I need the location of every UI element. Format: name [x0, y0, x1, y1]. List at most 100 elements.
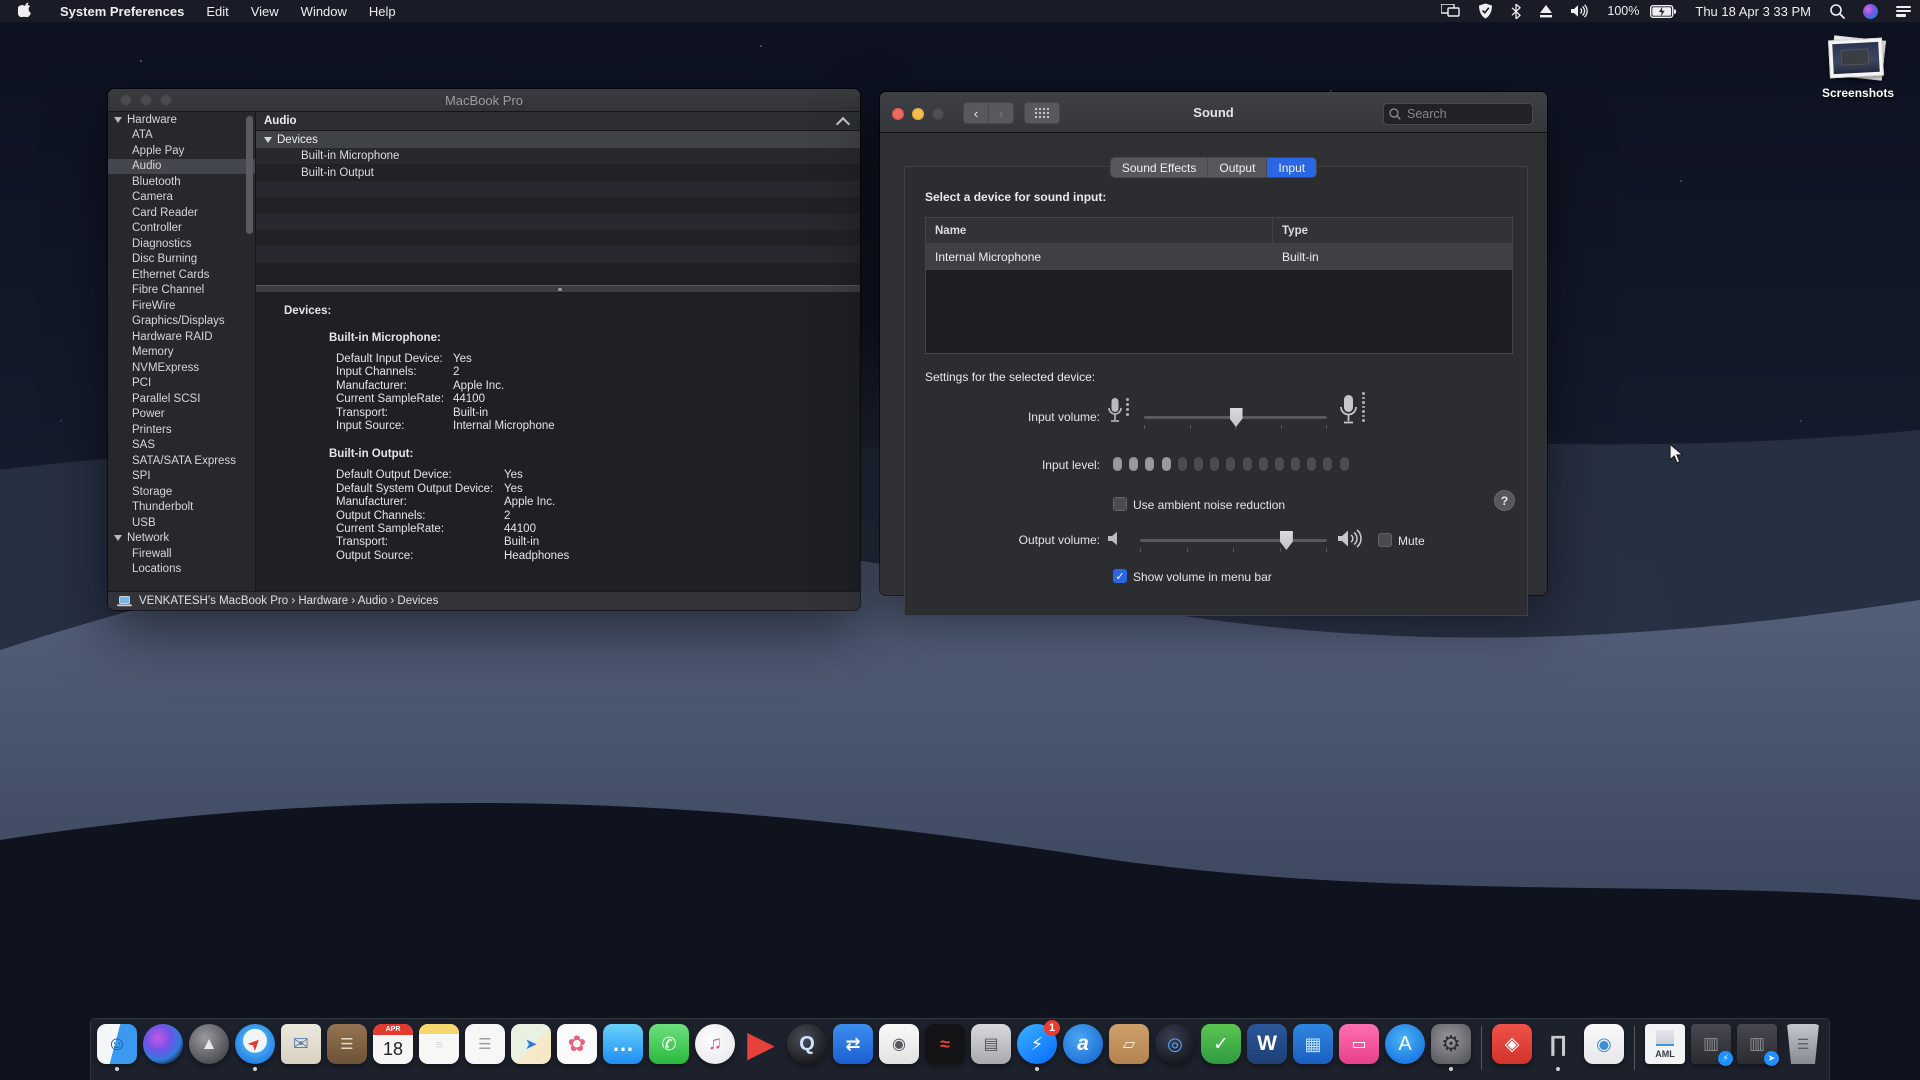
dock-item-trash[interactable]: ☰	[1783, 1024, 1823, 1070]
dock-item-blue-tiles-app[interactable]: ▦	[1293, 1024, 1333, 1070]
sidebar-item-disc-burning[interactable]: Disc Burning	[108, 252, 255, 268]
desktop-icon-screenshots[interactable]: Screenshots	[1822, 36, 1892, 100]
dock-item-antivirus[interactable]: ✓	[1201, 1024, 1241, 1070]
mute-checkbox[interactable]	[1378, 533, 1392, 547]
breadcrumb[interactable]: VENKATESH’s MacBook Pro › Hardware › Aud…	[139, 595, 438, 607]
sidebar-item-fibre-channel[interactable]: Fibre Channel	[108, 283, 255, 299]
dock-item-messages[interactable]: …	[603, 1024, 643, 1070]
dock-item-messenger[interactable]: ⚡1	[1017, 1024, 1057, 1070]
tab-output[interactable]: Output	[1208, 158, 1267, 177]
sidebar-item-sata-sata-express[interactable]: SATA/SATA Express	[108, 453, 255, 469]
dock-item-boom3d[interactable]: ◎	[1155, 1024, 1195, 1070]
sidebar-item-memory[interactable]: Memory	[108, 345, 255, 361]
tab-sound-effects[interactable]: Sound Effects	[1111, 158, 1209, 177]
sidebar-item-ata[interactable]: ATA	[108, 128, 255, 144]
dock-item-maps[interactable]: ➤	[511, 1024, 551, 1070]
dock-item-calendar[interactable]: APR18	[373, 1024, 413, 1070]
dock-item-mail[interactable]: ✉	[281, 1024, 321, 1070]
dock-item-app-store[interactable]: A	[1385, 1024, 1425, 1070]
show-volume-checkbox[interactable]: ✓	[1113, 569, 1127, 583]
help-button[interactable]: ?	[1494, 490, 1515, 511]
search-field[interactable]	[1383, 103, 1533, 125]
tab-input[interactable]: Input	[1267, 158, 1316, 177]
tree-root-devices[interactable]: Devices	[256, 131, 860, 148]
menu-window[interactable]: Window	[290, 4, 358, 19]
dock-item-red-diamond-app[interactable]: ◈	[1492, 1024, 1532, 1070]
sidebar-item-locations[interactable]: Locations	[108, 562, 255, 578]
dock-item-system-preferences[interactable]: ⚙	[1431, 1024, 1471, 1070]
notification-list-icon[interactable]	[1887, 0, 1920, 22]
sidebar-item-nvmexpress[interactable]: NVMExpress	[108, 360, 255, 376]
sidebar-item-spi[interactable]: SPI	[108, 469, 255, 485]
menu-edit[interactable]: Edit	[195, 4, 239, 19]
disclosure-triangle-icon[interactable]	[114, 535, 122, 541]
dock-item-anytrans[interactable]: a	[1063, 1024, 1103, 1070]
dock-item-downloads-folder[interactable]: ▱	[1109, 1024, 1149, 1070]
sidebar-item-sas[interactable]: SAS	[108, 438, 255, 454]
dock-item-safari[interactable]: ➤	[235, 1024, 275, 1070]
dock-item-minimized-window-safari[interactable]: ▥➤	[1737, 1024, 1777, 1070]
dock-item-image-capture[interactable]: ▤	[971, 1024, 1011, 1070]
table-row-internal-microphone[interactable]: Internal MicrophoneBuilt-in	[926, 244, 1512, 270]
dock-item-siri[interactable]	[143, 1024, 183, 1070]
display-mirroring-icon[interactable]	[1432, 0, 1469, 22]
sidebar-item-ethernet-cards[interactable]: Ethernet Cards	[108, 267, 255, 283]
dock-item-minimized-window-messenger[interactable]: ▥⚡	[1691, 1024, 1731, 1070]
sidebar-item-parallel-scsi[interactable]: Parallel SCSI	[108, 391, 255, 407]
sidebar-item-usb[interactable]: USB	[108, 515, 255, 531]
dock-item-quicktime[interactable]: Q	[787, 1024, 827, 1070]
tree-item-built-in-microphone[interactable]: Built-in Microphone	[256, 148, 860, 164]
dock-item-screenshot-tool[interactable]: ◉	[879, 1024, 919, 1070]
sidebar-item-pci[interactable]: PCI	[108, 376, 255, 392]
sidebar-item-card-reader[interactable]: Card Reader	[108, 205, 255, 221]
dock-item-launchpad[interactable]: ▲	[189, 1024, 229, 1070]
dock-item-reminders[interactable]: ☰	[465, 1024, 505, 1070]
dock-item-pink-display-app[interactable]: ▭	[1339, 1024, 1379, 1070]
tree-item-built-in-output[interactable]: Built-in Output	[256, 164, 860, 180]
apple-menu[interactable]	[18, 2, 31, 20]
menu-bar-clock[interactable]: Thu 18 Apr 3 33 PM	[1685, 0, 1821, 22]
sidebar-item-hardware-raid[interactable]: Hardware RAID	[108, 329, 255, 345]
column-header-type[interactable]: Type	[1273, 225, 1308, 237]
sidebar-item-diagnostics[interactable]: Diagnostics	[108, 236, 255, 252]
dock-item-word[interactable]: W	[1247, 1024, 1287, 1070]
sidebar-item-graphics-displays[interactable]: Graphics/Displays	[108, 314, 255, 330]
dock-item-media-player[interactable]: ▶	[741, 1024, 781, 1070]
sidebar-item-storage[interactable]: Storage	[108, 484, 255, 500]
sidebar-item-network[interactable]: Network	[108, 531, 255, 547]
sysinfo-titlebar[interactable]: MacBook Pro	[108, 89, 860, 112]
dock-item-facetime[interactable]: ✆	[649, 1024, 689, 1070]
bluetooth-icon[interactable]	[1502, 0, 1530, 22]
dock-item-teamviewer[interactable]: ⇄	[833, 1024, 873, 1070]
column-header-name[interactable]: Name	[926, 218, 1273, 243]
sidebar-item-firewall[interactable]: Firewall	[108, 546, 255, 562]
eject-icon[interactable]	[1530, 0, 1562, 22]
disclosure-triangle-icon[interactable]	[114, 117, 122, 123]
menu-help[interactable]: Help	[358, 4, 407, 19]
sidebar-item-thunderbolt[interactable]: Thunderbolt	[108, 500, 255, 516]
shield-check-icon[interactable]	[1469, 0, 1502, 22]
menu-view[interactable]: View	[240, 4, 290, 19]
sidebar-scrollbar[interactable]	[246, 116, 253, 234]
output-volume-slider-track[interactable]	[1140, 539, 1327, 542]
sidebar-item-bluetooth[interactable]: Bluetooth	[108, 174, 255, 190]
sidebar-item-power[interactable]: Power	[108, 407, 255, 423]
dock-item-contacts[interactable]: ☰	[327, 1024, 367, 1070]
sidebar-item-controller[interactable]: Controller	[108, 221, 255, 237]
dock-item-itunes[interactable]: ♫	[695, 1024, 735, 1070]
sidebar-item-printers[interactable]: Printers	[108, 422, 255, 438]
spotlight-icon[interactable]	[1821, 0, 1854, 22]
sidebar-item-audio[interactable]: Audio	[108, 159, 255, 175]
sidebar-item-firewire[interactable]: FireWire	[108, 298, 255, 314]
dock-item-photos[interactable]: ✿	[557, 1024, 597, 1070]
dock-item-hardware-tool[interactable]: ∏	[1538, 1024, 1578, 1070]
siri-icon[interactable]	[1854, 0, 1887, 22]
disclosure-triangle-icon[interactable]	[264, 137, 272, 143]
collapse-chevron-icon[interactable]	[836, 117, 850, 131]
input-device-table[interactable]: NameType Internal MicrophoneBuilt-in	[925, 217, 1513, 354]
dock-item-notes[interactable]: ≡	[419, 1024, 459, 1070]
sidebar-item-apple-pay[interactable]: Apple Pay	[108, 143, 255, 159]
sidebar-item-camera[interactable]: Camera	[108, 190, 255, 206]
ambient-noise-checkbox[interactable]	[1113, 497, 1127, 511]
dock-item-finder[interactable]: ☺	[97, 1024, 137, 1070]
